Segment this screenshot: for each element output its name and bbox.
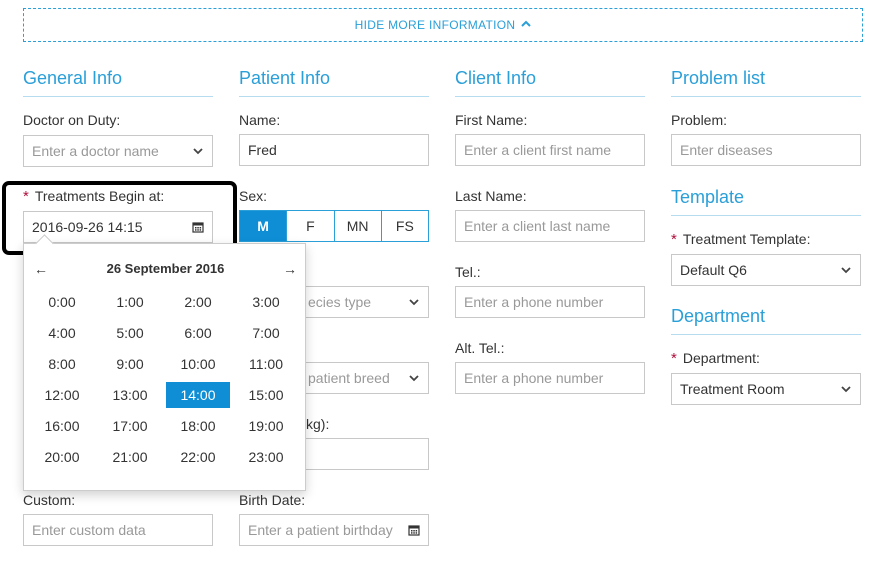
patient-name-value: Fred bbox=[248, 142, 277, 158]
last-name-label: Last Name: bbox=[455, 188, 527, 204]
required-marker: * bbox=[671, 231, 677, 248]
custom-input[interactable]: Enter custom data bbox=[23, 514, 213, 546]
species-placeholder: ecies type bbox=[308, 294, 372, 310]
next-arrow-icon[interactable]: → bbox=[283, 261, 297, 277]
alt-tel-label: Alt. Tel.: bbox=[455, 340, 505, 356]
hour-option[interactable]: 1:00 bbox=[96, 289, 164, 315]
custom-placeholder: Enter custom data bbox=[32, 522, 146, 538]
hour-option[interactable]: 18:00 bbox=[164, 413, 232, 439]
hour-option[interactable]: 21:00 bbox=[96, 444, 164, 470]
sex-option-m[interactable]: M bbox=[240, 211, 288, 241]
department-value: Treatment Room bbox=[680, 381, 785, 397]
client-last-name-input[interactable]: Enter a client last name bbox=[455, 210, 645, 242]
general-info-title: General Info bbox=[23, 68, 213, 97]
problem-list-title: Problem list bbox=[671, 68, 861, 97]
sex-option-fs[interactable]: FS bbox=[382, 211, 428, 241]
sex-toggle-group: M F MN FS bbox=[239, 210, 429, 242]
hour-option[interactable]: 19:00 bbox=[232, 413, 300, 439]
hour-picker-dropdown: ← 26 September 2016 → 0:00 1:00 2:00 3:00 4:… bbox=[23, 243, 306, 491]
sex-label: Sex: bbox=[239, 188, 268, 204]
hour-option[interactable]: 23:00 bbox=[232, 444, 300, 470]
doctor-select[interactable]: Enter a doctor name bbox=[23, 135, 213, 167]
tel-input[interactable]: Enter a phone number bbox=[455, 286, 645, 318]
hour-option[interactable]: 13:00 bbox=[96, 382, 164, 408]
client-first-name-input[interactable]: Enter a client first name bbox=[455, 134, 645, 166]
hour-option[interactable]: 9:00 bbox=[96, 351, 164, 377]
birth-date-placeholder: Enter a patient birthday bbox=[248, 522, 393, 538]
hour-option[interactable]: 4:00 bbox=[28, 320, 96, 346]
hour-option[interactable]: 12:00 bbox=[28, 382, 96, 408]
chevron-down-icon bbox=[841, 386, 851, 393]
hour-grid: 0:00 1:00 2:00 3:00 4:00 5:00 6:00 7:00 8:00 9:00… bbox=[28, 289, 304, 470]
birth-date-input[interactable]: Enter a patient birthday bbox=[239, 514, 429, 546]
client-first-name-placeholder: Enter a client first name bbox=[464, 142, 612, 158]
sex-option-f[interactable]: F bbox=[287, 211, 335, 241]
client-last-name-placeholder: Enter a client last name bbox=[464, 218, 611, 234]
treatment-template-label: * Treatment Template: bbox=[671, 231, 810, 248]
tel-label: Tel.: bbox=[455, 264, 481, 280]
required-marker: * bbox=[671, 350, 677, 367]
hour-option[interactable]: 0:00 bbox=[28, 289, 96, 315]
hide-more-info-button[interactable]: HIDE MORE INFORMATION bbox=[23, 8, 863, 42]
hide-more-info-label: HIDE MORE INFORMATION bbox=[354, 18, 516, 32]
alt-tel-input[interactable]: Enter a phone number bbox=[455, 362, 645, 394]
doctor-label: Doctor on Duty: bbox=[23, 112, 121, 128]
client-info-title: Client Info bbox=[455, 68, 645, 97]
treatment-template-value: Default Q6 bbox=[680, 262, 747, 278]
treatment-template-label-text: Treatment Template: bbox=[682, 231, 811, 247]
patient-info-title: Patient Info bbox=[239, 68, 429, 97]
chevron-down-icon bbox=[841, 267, 851, 274]
department-label: * Department: bbox=[671, 350, 760, 367]
picker-date-title[interactable]: 26 September 2016 bbox=[24, 261, 307, 276]
breed-placeholder: patient breed bbox=[308, 370, 390, 386]
chevron-down-icon bbox=[409, 299, 419, 306]
name-label: Name: bbox=[239, 112, 281, 128]
hour-option[interactable]: 11:00 bbox=[232, 351, 300, 377]
patient-name-input[interactable]: Fred bbox=[239, 134, 429, 166]
template-title: Template bbox=[671, 187, 861, 216]
chevron-up-icon bbox=[521, 20, 532, 31]
custom-label: Custom: bbox=[23, 492, 76, 508]
department-title: Department bbox=[671, 306, 861, 335]
problem-input[interactable]: Enter diseases bbox=[671, 134, 861, 166]
chevron-down-icon bbox=[193, 148, 203, 155]
department-label-text: Department: bbox=[682, 350, 760, 366]
chevron-down-icon bbox=[409, 375, 419, 382]
department-select[interactable]: Treatment Room bbox=[671, 373, 861, 405]
hour-option[interactable]: 8:00 bbox=[28, 351, 96, 377]
weight-label: kg): bbox=[306, 416, 330, 432]
doctor-placeholder: Enter a doctor name bbox=[32, 143, 159, 159]
hour-option[interactable]: 6:00 bbox=[164, 320, 232, 346]
hour-option[interactable]: 14:00 bbox=[166, 382, 230, 408]
problem-placeholder: Enter diseases bbox=[680, 142, 773, 158]
sex-option-mn[interactable]: MN bbox=[335, 211, 382, 241]
calendar-icon bbox=[408, 525, 420, 536]
hour-option[interactable]: 16:00 bbox=[28, 413, 96, 439]
hour-option[interactable]: 17:00 bbox=[96, 413, 164, 439]
problem-label: Problem: bbox=[671, 112, 728, 128]
hour-option[interactable]: 22:00 bbox=[164, 444, 232, 470]
hour-option[interactable]: 20:00 bbox=[28, 444, 96, 470]
hour-option[interactable]: 10:00 bbox=[164, 351, 232, 377]
tel-placeholder: Enter a phone number bbox=[464, 294, 604, 310]
alt-tel-placeholder: Enter a phone number bbox=[464, 370, 604, 386]
hour-option[interactable]: 5:00 bbox=[96, 320, 164, 346]
birth-date-label: Birth Date: bbox=[239, 492, 306, 508]
picker-header: ← 26 September 2016 → bbox=[24, 260, 307, 280]
hour-option[interactable]: 2:00 bbox=[164, 289, 232, 315]
treatment-template-select[interactable]: Default Q6 bbox=[671, 254, 861, 286]
first-name-label: First Name: bbox=[455, 112, 528, 128]
hour-option[interactable]: 3:00 bbox=[232, 289, 300, 315]
hour-option[interactable]: 7:00 bbox=[232, 320, 300, 346]
hour-option[interactable]: 15:00 bbox=[232, 382, 300, 408]
